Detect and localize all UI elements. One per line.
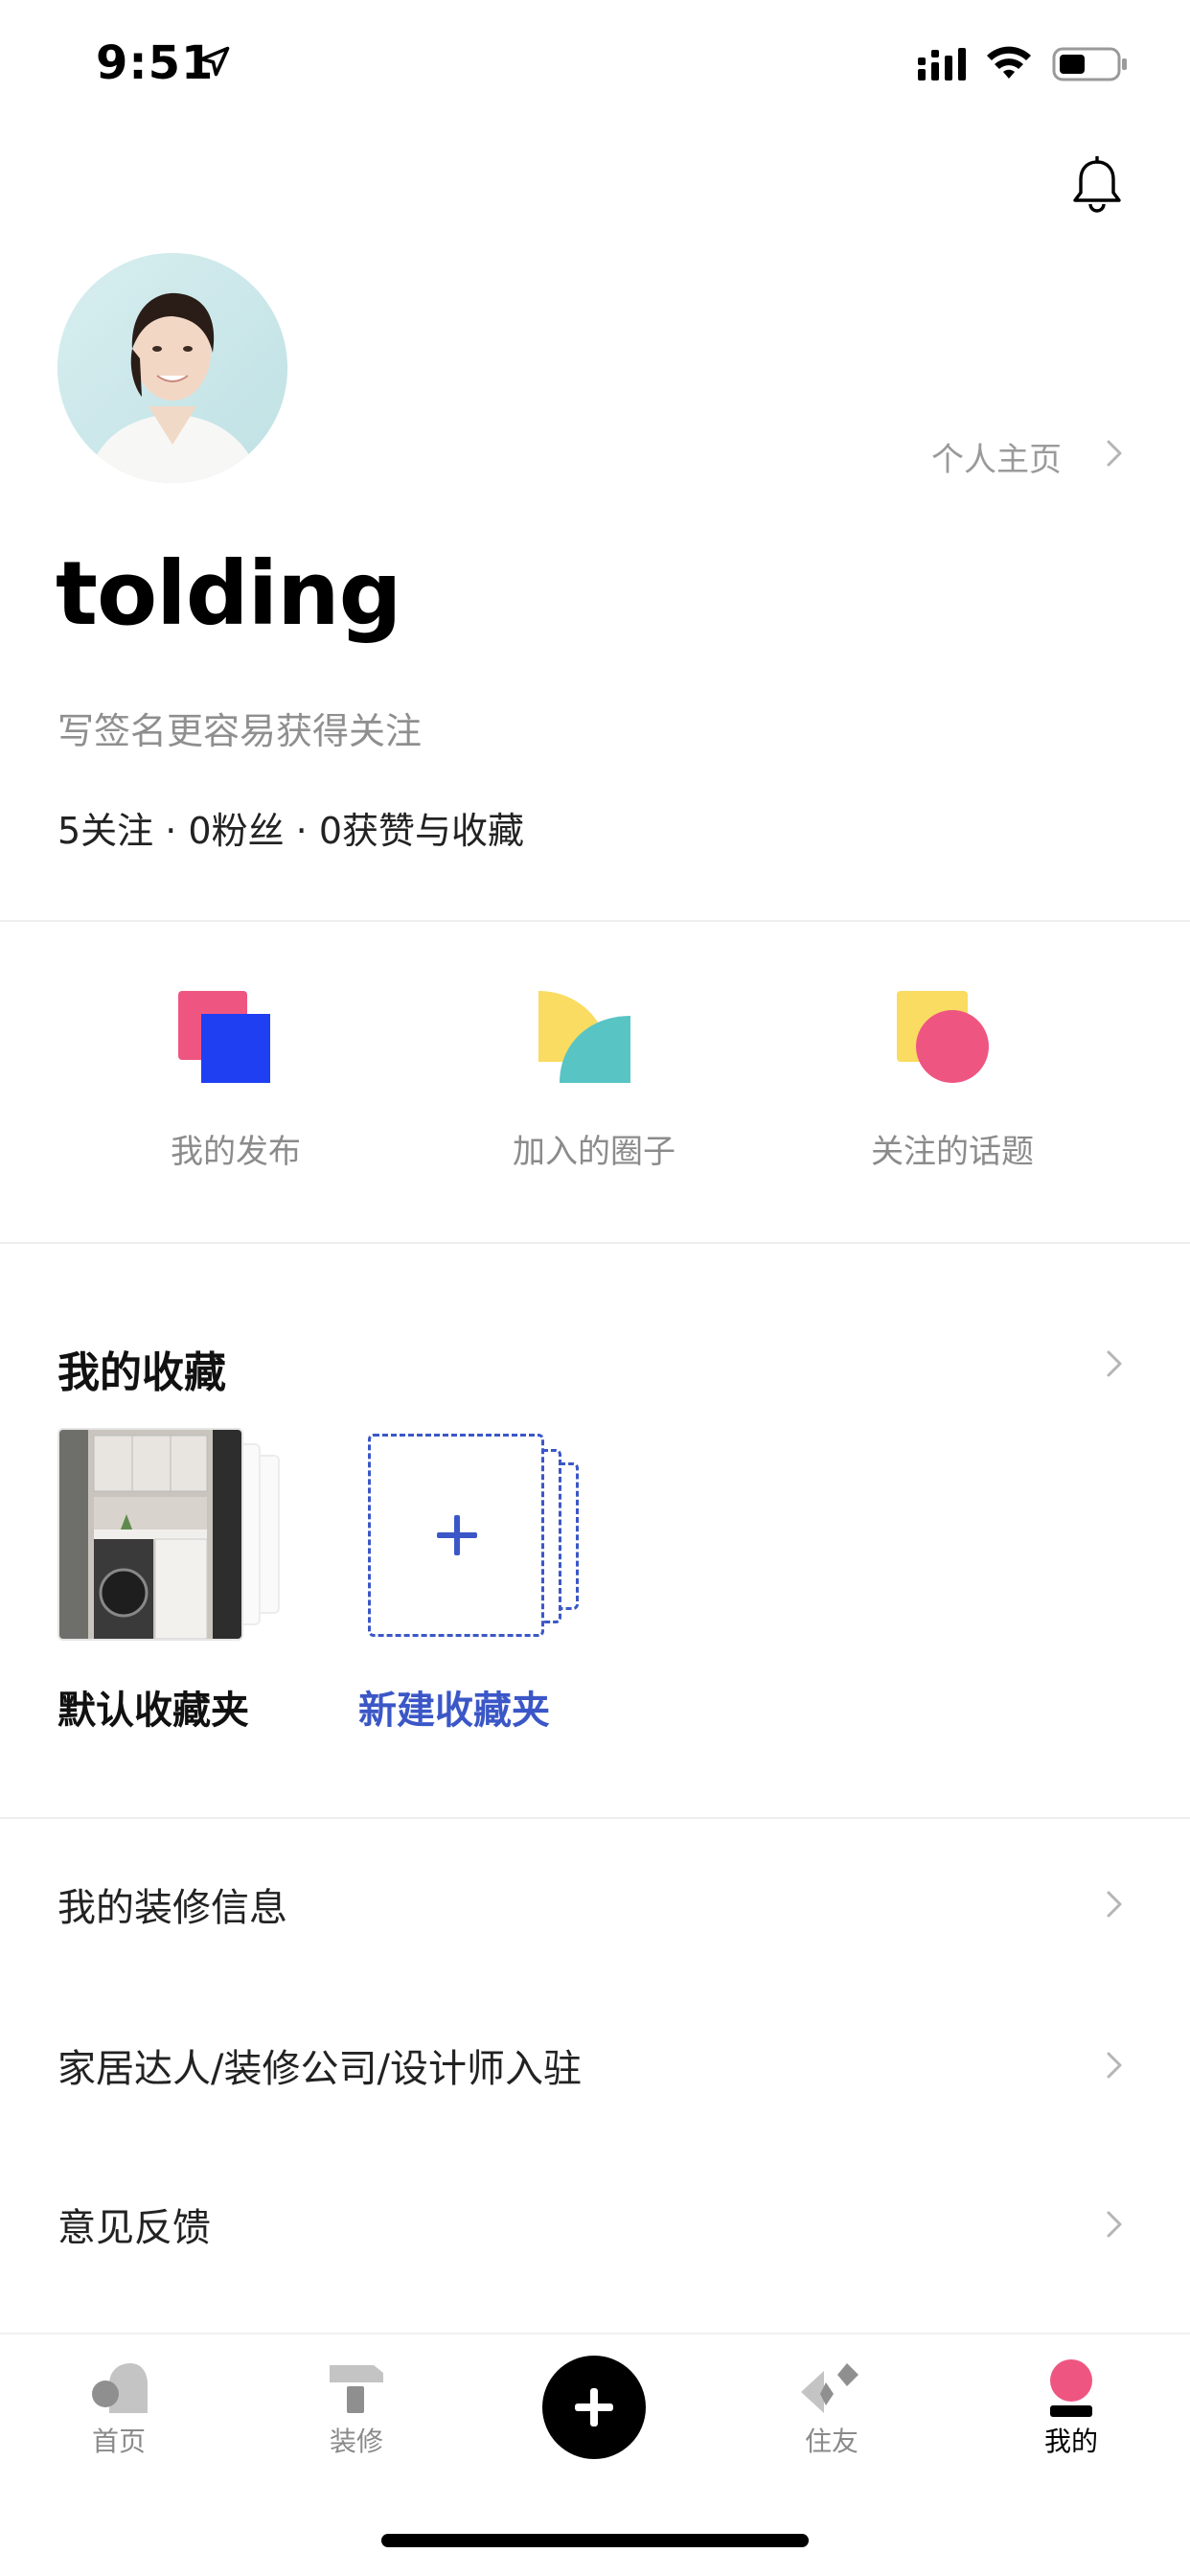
folder-stack-edge <box>542 1449 561 1623</box>
quick-action-followed-topics[interactable]: 关注的话题 <box>828 958 1077 1188</box>
plus-icon <box>454 1515 460 1555</box>
divider <box>0 1817 1190 1819</box>
avatar[interactable] <box>57 253 287 483</box>
posts-icon <box>178 991 270 1083</box>
quick-action-label: 加入的圈子 <box>513 1133 675 1171</box>
wifi-icon <box>987 46 1031 79</box>
quick-action-joined-circles[interactable]: 加入的圈子 <box>469 958 719 1188</box>
divider <box>0 1242 1190 1244</box>
friends-icon <box>801 2363 858 2413</box>
renovation-icon <box>330 2365 383 2413</box>
circles-icon <box>538 991 630 1083</box>
quick-action-label: 关注的话题 <box>871 1133 1034 1171</box>
favorites-title[interactable]: 我的收藏 <box>57 1338 226 1399</box>
plus-icon <box>575 2388 613 2426</box>
tab-me[interactable]: 我的 <box>1004 2359 1138 2467</box>
status-time: 9:51 <box>96 36 215 90</box>
tab-label: 装修 <box>329 2426 383 2457</box>
chevron-right-icon <box>1107 1891 1122 1918</box>
profile-stats[interactable]: 5关注 · 0粉丝 · 0获赞与收藏 <box>57 801 524 854</box>
divider <box>0 920 1190 922</box>
personal-homepage-label: 个人主页 <box>931 441 1062 479</box>
username: tolding <box>56 542 401 645</box>
menu-item-renovation-info[interactable]: 我的装修信息 <box>0 1855 1190 1951</box>
signature-prompt[interactable]: 写签名更容易获得关注 <box>57 702 422 754</box>
create-post-button[interactable] <box>542 2356 646 2459</box>
chevron-right-icon <box>1107 440 1122 467</box>
home-indicator <box>381 2534 809 2547</box>
bell-icon[interactable] <box>1071 156 1123 214</box>
avatar-photo <box>57 253 287 483</box>
tab-label: 住友 <box>804 2426 858 2457</box>
menu-item-label: 意见反馈 <box>57 2206 211 2250</box>
folder-stack-edge <box>560 1462 579 1610</box>
menu-item-label: 我的装修信息 <box>57 1886 287 1930</box>
personal-homepage-link[interactable]: 个人主页 <box>931 433 1062 480</box>
tab-friends[interactable]: 住友 <box>765 2359 899 2467</box>
tab-label: 我的 <box>1043 2426 1098 2457</box>
menu-item-feedback[interactable]: 意见反馈 <box>0 2175 1190 2271</box>
topics-icon <box>897 991 989 1083</box>
location-arrow-icon <box>199 46 230 77</box>
chevron-right-icon <box>1107 2052 1122 2079</box>
home-icon <box>92 2363 148 2413</box>
laundry-room-photo <box>59 1430 241 1639</box>
menu-item-settle-in[interactable]: 家居达人/装修公司/设计师入驻 <box>0 2016 1190 2112</box>
chevron-right-icon <box>1107 2211 1122 2238</box>
battery-icon <box>1052 47 1127 81</box>
menu-item-label: 家居达人/装修公司/设计师入驻 <box>57 2047 582 2091</box>
new-folder-label[interactable]: 新建收藏夹 <box>358 1679 550 1735</box>
cellular-signal-icon <box>918 48 966 80</box>
chevron-right-icon[interactable] <box>1100 1349 1129 1378</box>
default-folder-thumbnail[interactable] <box>57 1428 243 1641</box>
me-icon <box>1050 2359 1092 2417</box>
quick-action-label: 我的发布 <box>171 1133 301 1171</box>
quick-action-my-posts[interactable]: 我的发布 <box>111 958 360 1188</box>
tab-renovation[interactable]: 装修 <box>289 2359 423 2467</box>
tab-home[interactable]: 首页 <box>52 2359 186 2467</box>
default-folder-label[interactable]: 默认收藏夹 <box>57 1679 249 1735</box>
tab-label: 首页 <box>91 2426 146 2457</box>
